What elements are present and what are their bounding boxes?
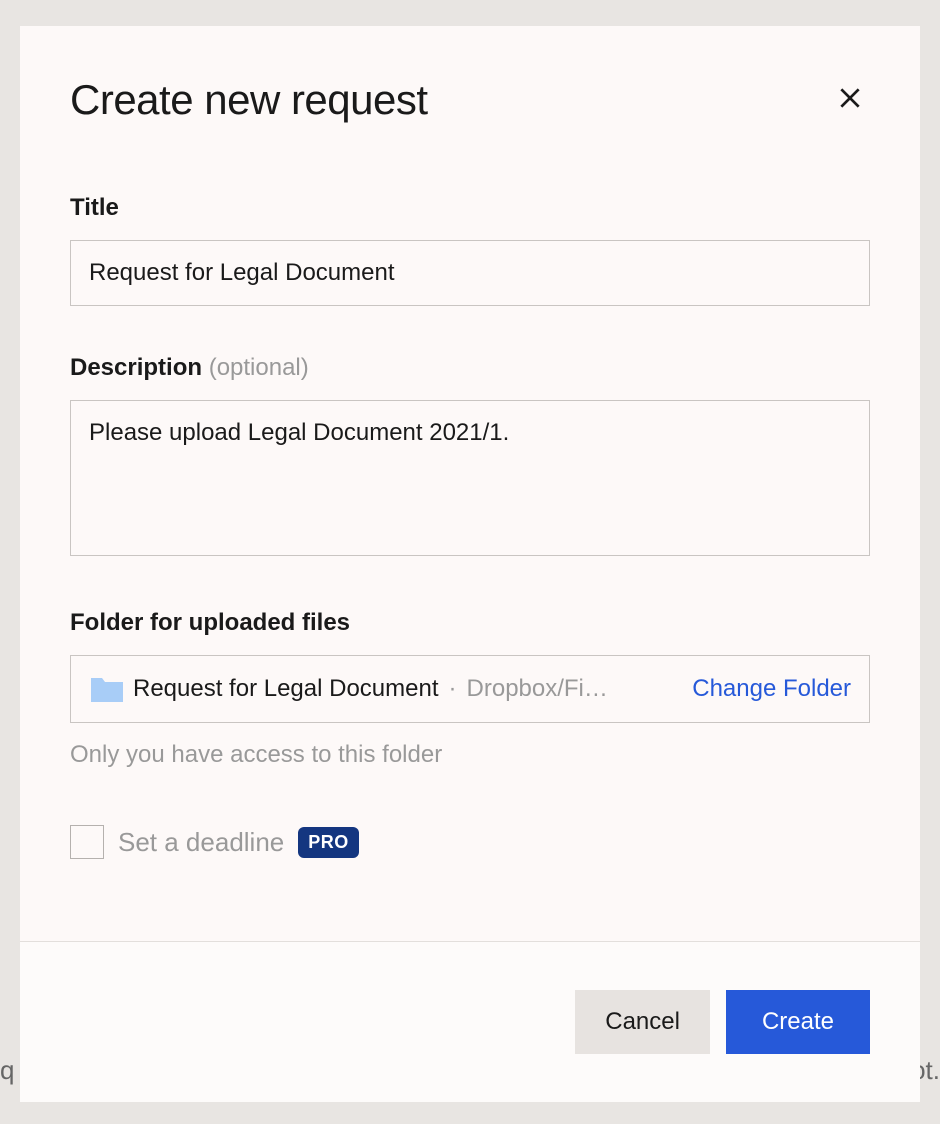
title-label: Title	[70, 194, 870, 222]
pro-badge: PRO	[298, 827, 359, 858]
modal-title: Create new request	[70, 76, 870, 124]
folder-label: Folder for uploaded files	[70, 609, 870, 637]
deadline-label: Set a deadline	[118, 827, 284, 858]
create-request-modal: Create new request Title Description (op…	[20, 26, 920, 1102]
description-label: Description (optional)	[70, 354, 870, 382]
deadline-row: Set a deadline PRO	[70, 825, 870, 859]
description-textarea[interactable]: Please upload Legal Document 2021/1.	[70, 400, 870, 556]
modal-footer: Cancel Create	[20, 941, 920, 1102]
close-button[interactable]	[836, 84, 864, 112]
cancel-button[interactable]: Cancel	[575, 990, 710, 1054]
folder-separator: ·	[449, 675, 457, 703]
folder-selector: Request for Legal Document · Dropbox/Fi……	[70, 655, 870, 723]
description-label-text: Description	[70, 354, 202, 381]
folder-access-hint: Only you have access to this folder	[70, 741, 870, 769]
folder-name: Request for Legal Document	[133, 675, 439, 703]
deadline-checkbox[interactable]	[70, 825, 104, 859]
description-field-group: Description (optional) Please upload Leg…	[70, 354, 870, 561]
folder-path: Dropbox/Fi…	[467, 675, 667, 703]
create-button[interactable]: Create	[726, 990, 870, 1054]
title-field-group: Title	[70, 194, 870, 306]
close-icon	[837, 85, 863, 111]
description-optional-text: (optional)	[209, 354, 309, 381]
background-text-left: q	[0, 1055, 14, 1086]
folder-icon	[89, 674, 125, 704]
modal-body: Create new request Title Description (op…	[20, 26, 920, 941]
folder-field-group: Folder for uploaded files Request for Le…	[70, 609, 870, 769]
change-folder-link[interactable]: Change Folder	[692, 675, 851, 703]
title-input[interactable]	[70, 240, 870, 306]
